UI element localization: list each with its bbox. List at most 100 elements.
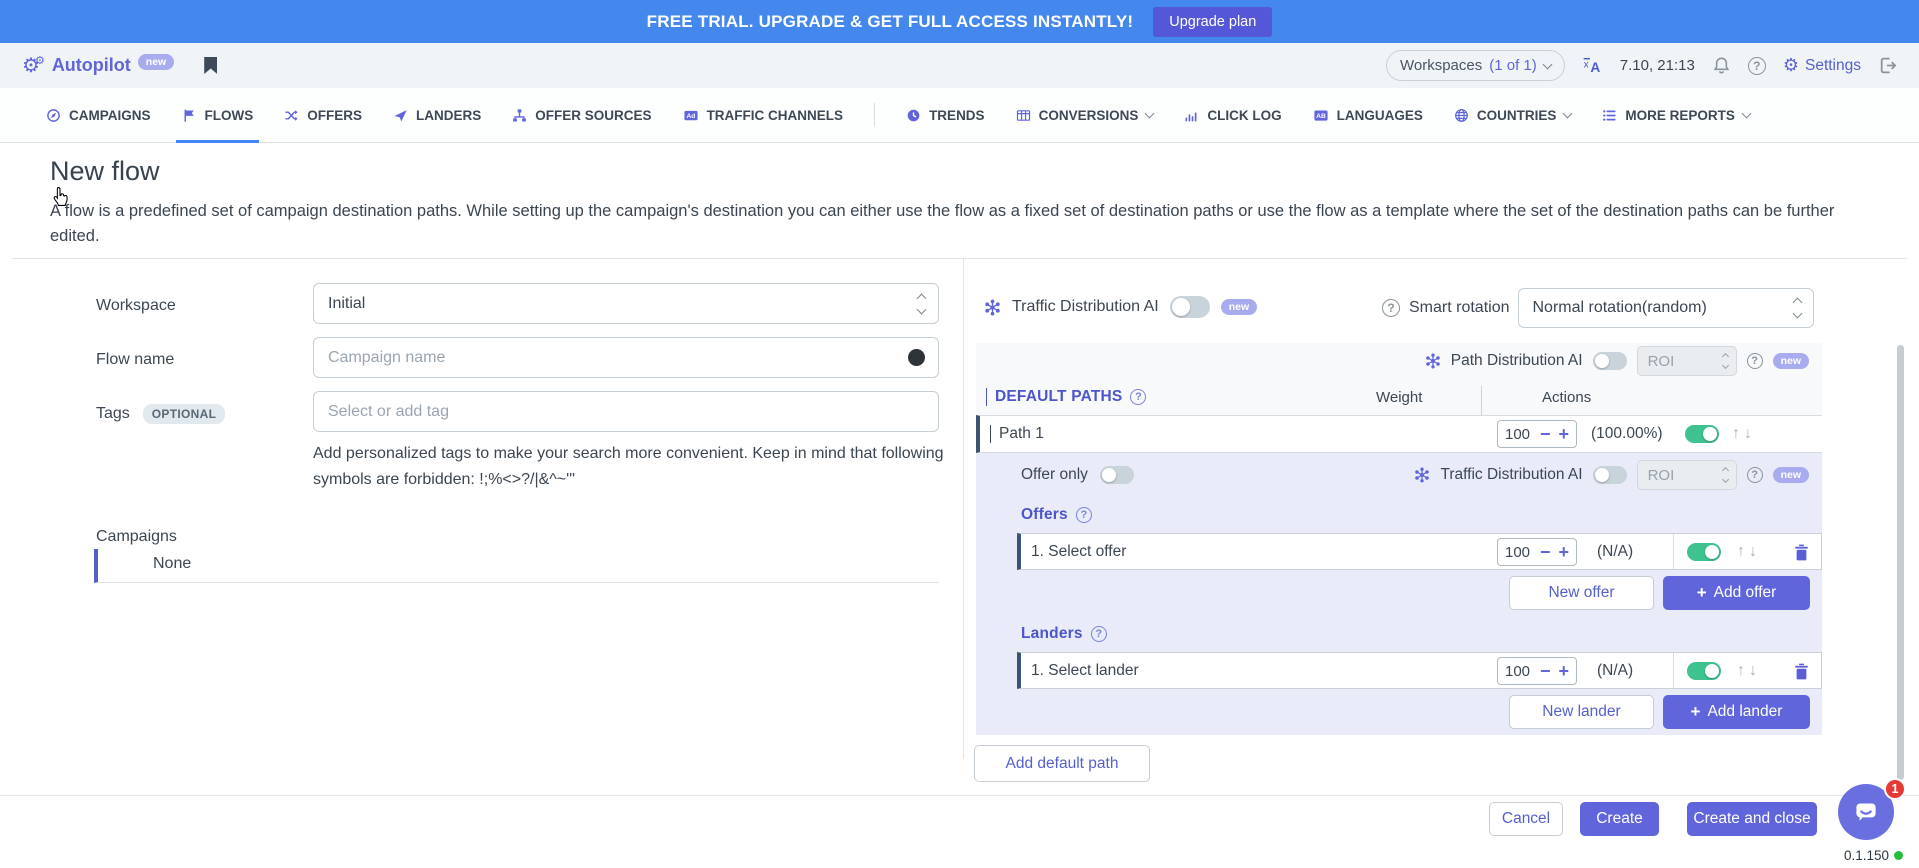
path-weight-value[interactable]: 100 [1505, 426, 1532, 443]
translate-icon[interactable]: x A [1582, 56, 1603, 75]
workspace-select[interactable]: Initial [313, 283, 939, 324]
tab-landers[interactable]: LANDERS [393, 88, 481, 142]
default-paths-panel: Path Distribution AI ROI ? new DEFAULT P… [976, 343, 1822, 735]
flow-name-label: Flow name [96, 351, 174, 369]
smart-rotation-select[interactable]: Normal rotation(random) [1518, 288, 1814, 328]
lander-weight-stepper[interactable]: 100 − + [1497, 657, 1577, 685]
svg-text:x: x [1583, 60, 1588, 71]
collapse-chevron-icon[interactable] [990, 425, 991, 443]
lander-row-label[interactable]: 1. Select lander [1021, 662, 1139, 680]
inner-ai-metric-value: ROI [1648, 467, 1675, 484]
move-up-icon[interactable]: ↑ [1732, 425, 1740, 443]
inner-traffic-ai-toggle[interactable] [1593, 466, 1627, 484]
path-enabled-toggle[interactable] [1685, 425, 1719, 443]
add-offer-button[interactable]: +Add offer [1663, 576, 1810, 610]
create-button[interactable]: Create [1580, 802, 1659, 836]
logout-icon[interactable] [1878, 56, 1897, 75]
scrollbar[interactable] [1897, 345, 1904, 780]
settings-button[interactable]: ⚙ Settings [1783, 55, 1861, 76]
tags-label: TagsOPTIONAL [96, 405, 225, 423]
collapse-chevron-icon[interactable] [986, 388, 987, 406]
lander-enabled-toggle[interactable] [1687, 662, 1721, 680]
offer-weight-stepper[interactable]: 100 − + [1497, 538, 1577, 566]
offer-enabled-toggle[interactable] [1687, 543, 1721, 561]
tab-traffic-channels[interactable]: Ad TRAFFIC CHANNELS [683, 88, 844, 142]
path-weight-stepper[interactable]: 100 − + [1497, 420, 1577, 448]
traffic-distribution-ai-row: Traffic Distribution AI new [984, 296, 1257, 318]
minus-icon[interactable]: − [1540, 543, 1551, 561]
new-lander-button[interactable]: New lander [1509, 695, 1654, 729]
plus-icon[interactable]: + [1559, 543, 1570, 561]
cancel-button[interactable]: Cancel [1489, 802, 1563, 836]
minus-icon[interactable]: − [1540, 662, 1551, 680]
tab-flows[interactable]: FLOWS [182, 88, 254, 142]
tags-label-text: Tags [96, 405, 130, 422]
notification-badge: 1 [1884, 778, 1906, 800]
app-logo[interactable]: ⚙⚙ Autopilot new [22, 55, 174, 76]
path-ai-metric-select[interactable]: ROI [1637, 346, 1737, 376]
main-nav: CAMPAIGNS FLOWS OFFERS LANDERS OFFER SOU… [0, 88, 1919, 143]
tab-offers[interactable]: OFFERS [284, 88, 362, 142]
tab-countries[interactable]: COUNTRIES [1454, 88, 1572, 142]
flag-icon [182, 108, 197, 123]
path-distribution-ai-label: Path Distribution AI [1451, 352, 1583, 370]
smart-rotation-help-icon[interactable]: ? [1382, 299, 1400, 317]
flow-name-input[interactable] [313, 337, 939, 378]
mouse-cursor [52, 186, 69, 207]
flow-color-dot[interactable] [908, 349, 925, 366]
inner-ai-metric-select[interactable]: ROI [1637, 460, 1737, 490]
workspaces-dropdown[interactable]: Workspaces (1 of 1) [1386, 50, 1565, 81]
add-default-path-button[interactable]: Add default path [974, 745, 1150, 782]
add-lander-button[interactable]: +Add lander [1663, 695, 1810, 729]
trash-icon[interactable] [1794, 544, 1809, 561]
app-name[interactable]: Autopilot [52, 55, 131, 76]
gear-icon: ⚙ [1783, 55, 1799, 76]
path-ai-help-icon[interactable]: ? [1747, 353, 1763, 369]
move-up-icon[interactable]: ↑ [1737, 543, 1745, 561]
tab-click-log[interactable]: CLICK LOG [1184, 88, 1281, 142]
new-offer-button[interactable]: New offer [1509, 576, 1654, 610]
tab-more-reports[interactable]: MORE REPORTS [1602, 88, 1750, 142]
bookmark-icon[interactable] [204, 57, 217, 74]
new-badge: new [1773, 353, 1809, 369]
trash-icon[interactable] [1794, 663, 1809, 680]
offer-row-label[interactable]: 1. Select offer [1021, 543, 1126, 561]
tags-input[interactable] [313, 391, 939, 432]
tab-languages[interactable]: AB LANGUAGES [1313, 88, 1423, 142]
help-icon[interactable]: ? [1748, 57, 1766, 75]
move-down-icon[interactable]: ↓ [1749, 662, 1757, 680]
tab-label: CONVERSIONS [1039, 108, 1139, 123]
globe-icon [1454, 108, 1469, 123]
offers-help-icon[interactable]: ? [1076, 507, 1092, 523]
default-paths-help-icon[interactable]: ? [1130, 389, 1146, 405]
new-badge: new [138, 54, 174, 70]
offer-weight-value[interactable]: 100 [1505, 544, 1532, 561]
path-distribution-ai-toggle[interactable] [1593, 352, 1627, 370]
plus-icon: + [1691, 702, 1701, 722]
plus-icon[interactable]: + [1559, 425, 1570, 443]
smart-rotation-label: Smart rotation [1409, 299, 1509, 317]
lander-weight-value[interactable]: 100 [1505, 663, 1532, 680]
move-down-icon[interactable]: ↓ [1744, 425, 1752, 443]
upgrade-plan-button[interactable]: Upgrade plan [1153, 7, 1272, 37]
tab-campaigns[interactable]: CAMPAIGNS [46, 88, 151, 142]
traffic-distribution-ai-toggle[interactable] [1170, 296, 1210, 318]
weight-column-header: Weight [1376, 389, 1422, 406]
move-down-icon[interactable]: ↓ [1749, 543, 1757, 561]
minus-icon[interactable]: − [1540, 425, 1551, 443]
move-up-icon[interactable]: ↑ [1737, 662, 1745, 680]
create-and-close-button[interactable]: Create and close [1687, 802, 1817, 836]
offer-only-toggle[interactable] [1100, 466, 1134, 484]
landers-help-icon[interactable]: ? [1091, 626, 1107, 642]
path-weight-percent: (100.00%) [1591, 425, 1663, 443]
landers-heading: Landers ? [976, 616, 1822, 652]
inner-ai-help-icon[interactable]: ? [1747, 467, 1763, 483]
tab-offer-sources[interactable]: OFFER SOURCES [512, 88, 651, 142]
tab-label: CLICK LOG [1207, 108, 1281, 123]
tab-label: TRAFFIC CHANNELS [707, 108, 844, 123]
tab-conversions[interactable]: CONVERSIONS [1016, 88, 1154, 142]
tab-trends[interactable]: TRENDS [906, 88, 985, 142]
plus-icon[interactable]: + [1559, 662, 1570, 680]
bell-icon[interactable] [1712, 56, 1731, 75]
new-badge: new [1773, 467, 1809, 483]
